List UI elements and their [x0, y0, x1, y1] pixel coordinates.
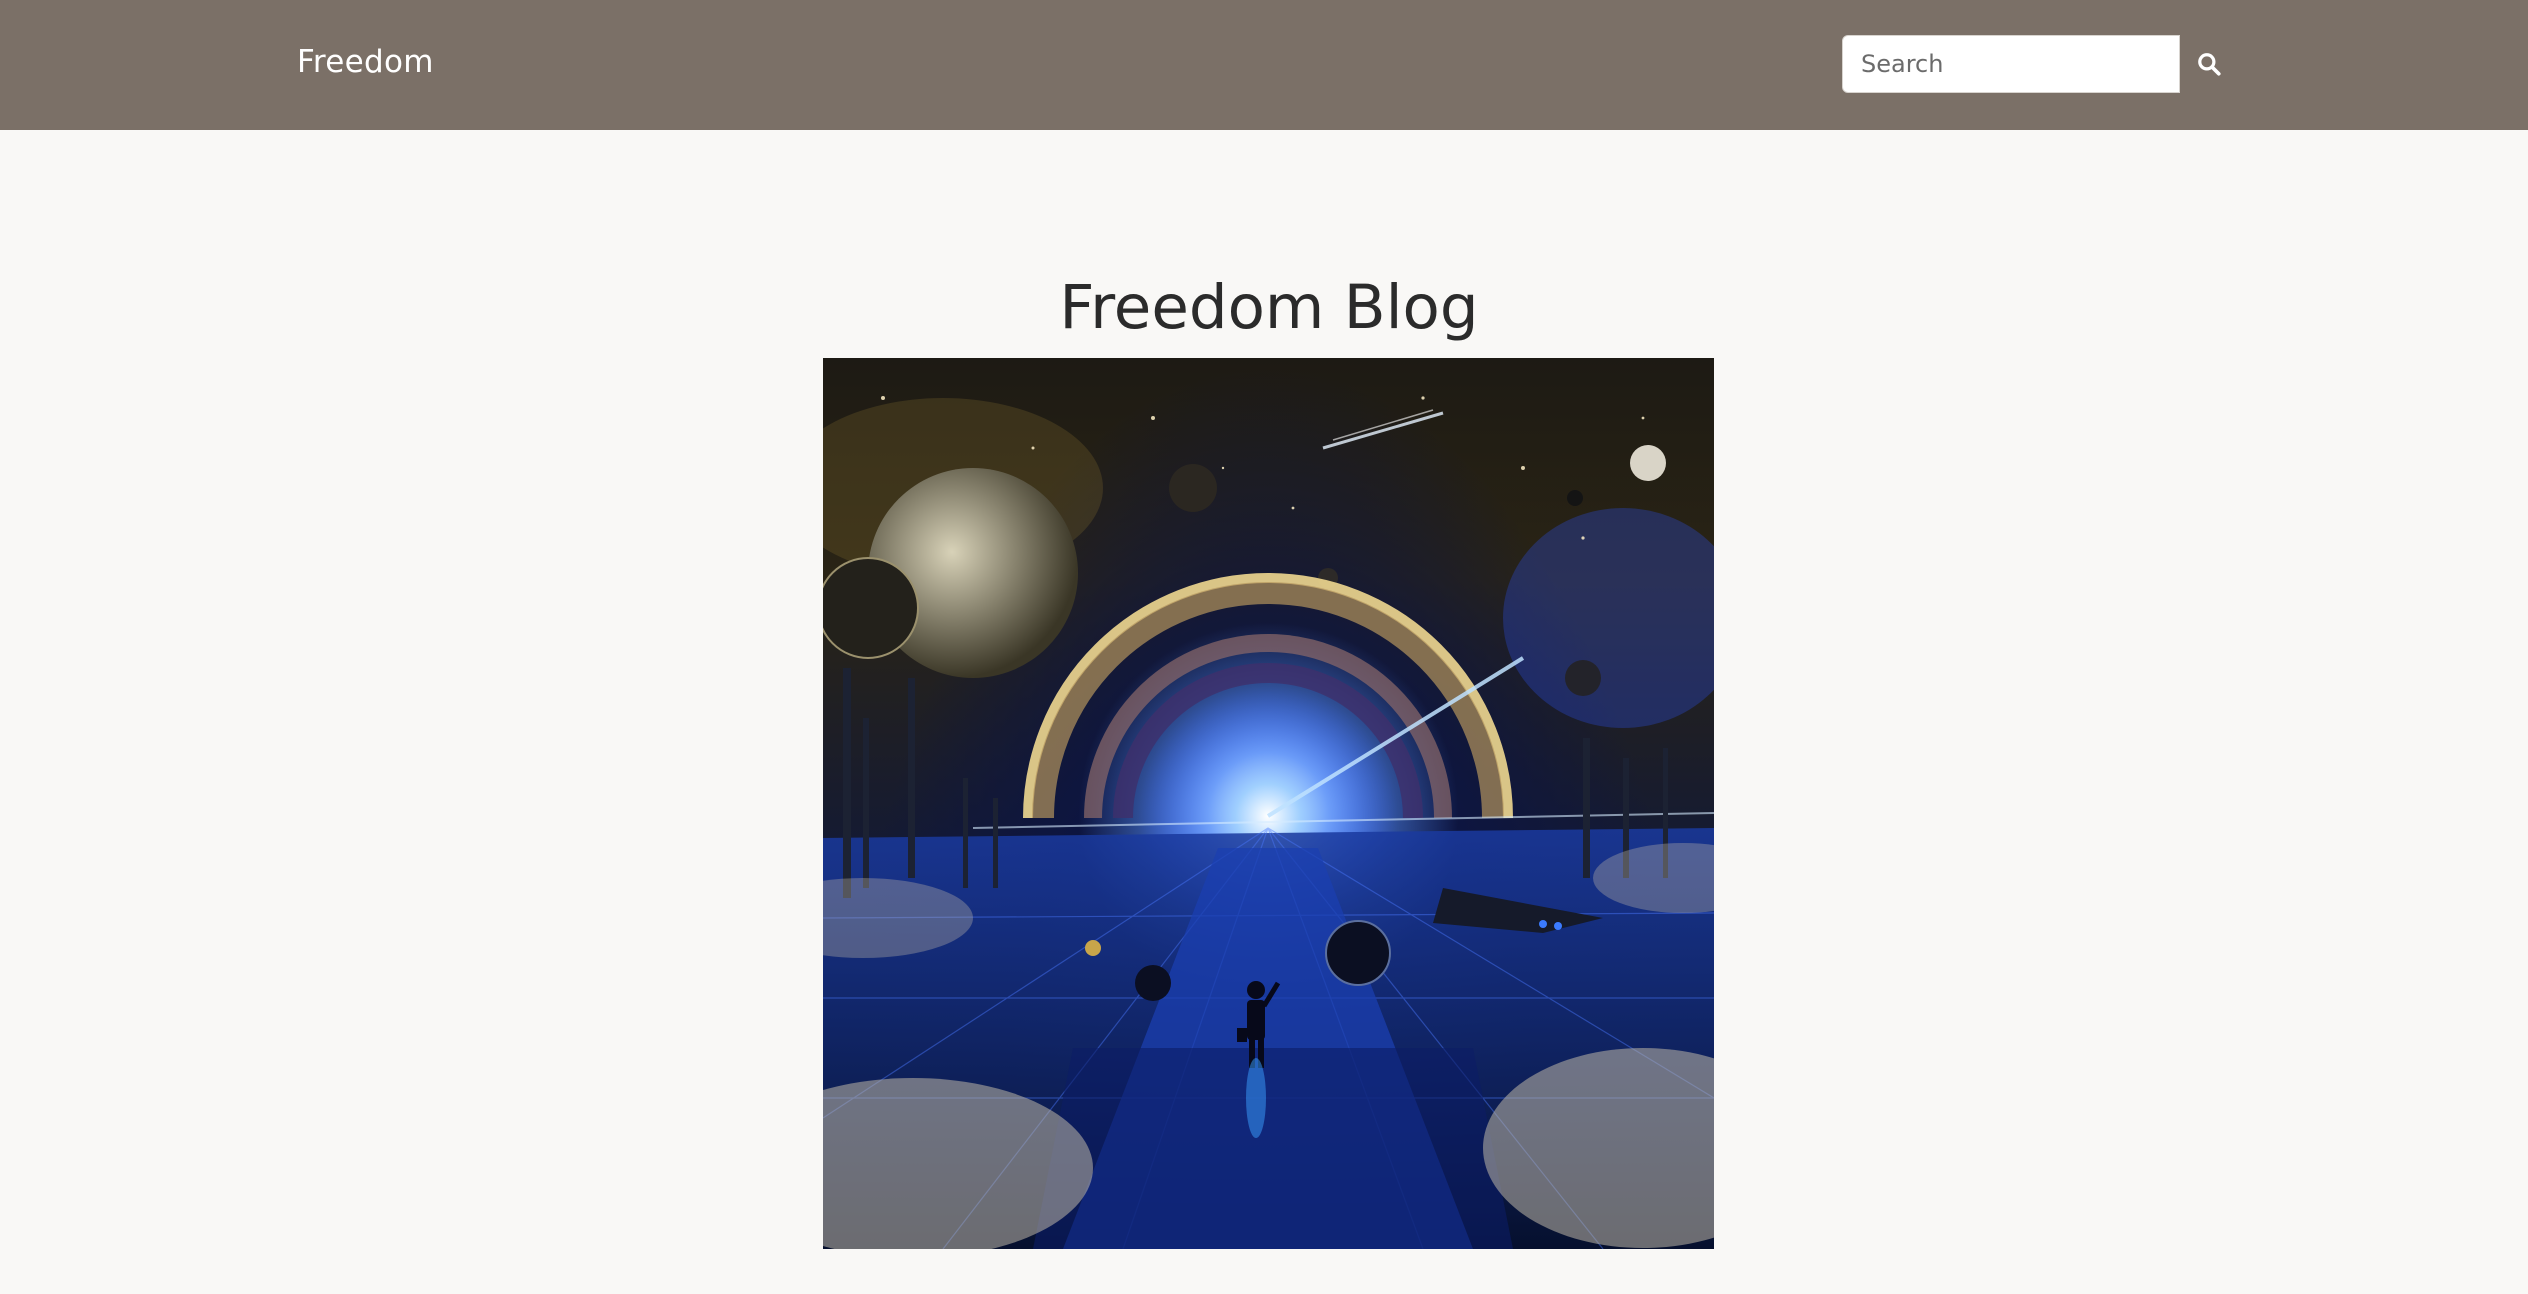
brand-link[interactable]: Freedom: [297, 44, 434, 80]
search-icon: [2198, 53, 2221, 76]
search-button[interactable]: [2180, 35, 2238, 93]
page-title: Freedom Blog: [1059, 272, 1479, 343]
navbar: Freedom: [0, 0, 2528, 130]
hero-illustration: [823, 396, 1714, 1249]
search-input[interactable]: [1842, 35, 2180, 93]
hero-image: [823, 358, 1714, 1249]
